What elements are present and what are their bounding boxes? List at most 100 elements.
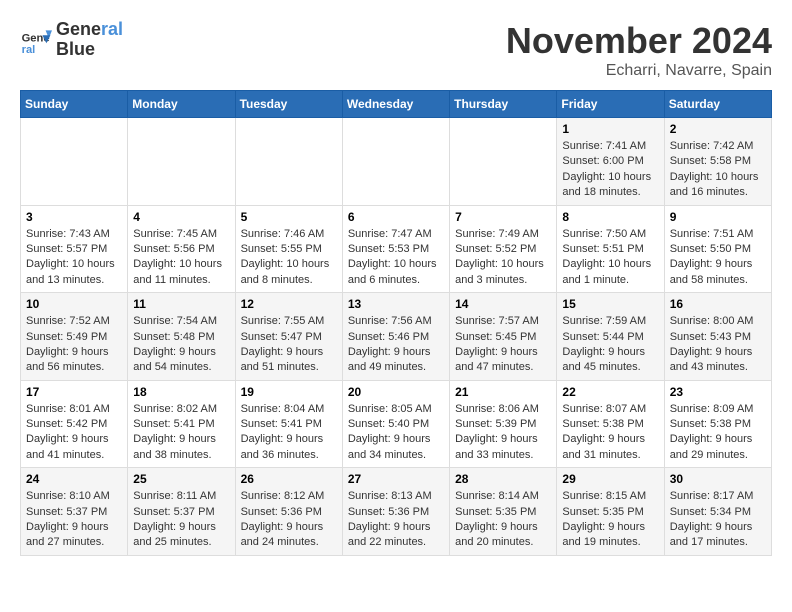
- calendar-day-cell: 11 Sunrise: 7:54 AM Sunset: 5:48 PM Dayli…: [128, 293, 235, 381]
- calendar-day-cell: 7Sunrise: 7:49 AM Sunset: 5:52 PM Daylig…: [450, 205, 557, 293]
- calendar-day-cell: 26Sunrise: 8:12 AM Sunset: 5:36 PM Dayli…: [235, 468, 342, 556]
- calendar-week-row: 24 Sunrise: 8:10 AM Sunset: 5:37 PM Dayli…: [21, 468, 772, 556]
- day-number: 13: [348, 297, 444, 311]
- calendar-day-cell: 27 Sunrise: 8:13 AM Sunset: 5:36 PM Dayli…: [342, 468, 449, 556]
- calendar-day-cell: [450, 118, 557, 206]
- day-number: 4: [133, 210, 229, 224]
- day-number: 7: [455, 210, 551, 224]
- day-info: Sunrise: 7:57 AM Sunset: 5:45 PM Dayligh…: [455, 314, 551, 376]
- day-number: 11: [133, 297, 229, 311]
- day-of-week-header: Monday: [128, 91, 235, 118]
- day-number: 27: [348, 472, 444, 486]
- calendar-day-cell: 16 Sunrise: 8:00 AM Sunset: 5:43 PM Dayli…: [664, 293, 771, 381]
- calendar-day-cell: 18 Sunrise: 8:02 AM Sunset: 5:41 PM Dayli…: [128, 380, 235, 468]
- calendar-day-cell: 15Sunrise: 7:59 AM Sunset: 5:44 PM Dayli…: [557, 293, 664, 381]
- day-info: Sunrise: 8:09 AM Sunset: 5:38 PM Dayligh…: [670, 402, 766, 464]
- day-info: Sunrise: 8:11 AM Sunset: 5:37 PM Dayligh…: [133, 489, 229, 551]
- day-number: 2: [670, 122, 766, 136]
- day-info: Sunrise: 8:02 AM Sunset: 5:41 PM Dayligh…: [133, 402, 229, 464]
- calendar-table: SundayMondayTuesdayWednesdayThursdayFrid…: [20, 90, 772, 556]
- page-header: Gene ral GeneralBlue November 2024 Echar…: [20, 20, 772, 80]
- day-of-week-header: Saturday: [664, 91, 771, 118]
- title-block: November 2024 Echarri, Navarre, Spain: [506, 20, 772, 80]
- calendar-day-cell: [342, 118, 449, 206]
- header-row: SundayMondayTuesdayWednesdayThursdayFrid…: [21, 91, 772, 118]
- logo: Gene ral GeneralBlue: [20, 20, 123, 60]
- calendar-day-cell: 21 Sunrise: 8:06 AM Sunset: 5:39 PM Dayli…: [450, 380, 557, 468]
- calendar-day-cell: 8 Sunrise: 7:50 AM Sunset: 5:51 PM Daylig…: [557, 205, 664, 293]
- day-info: Sunrise: 8:04 AM Sunset: 5:41 PM Dayligh…: [241, 402, 337, 464]
- calendar-day-cell: 1 Sunrise: 7:41 AM Sunset: 6:00 PM Daylig…: [557, 118, 664, 206]
- calendar-day-cell: 2 Sunrise: 7:42 AM Sunset: 5:58 PM Daylig…: [664, 118, 771, 206]
- day-number: 21: [455, 385, 551, 399]
- calendar-week-row: 1 Sunrise: 7:41 AM Sunset: 6:00 PM Daylig…: [21, 118, 772, 206]
- day-info: Sunrise: 8:05 AM Sunset: 5:40 PM Dayligh…: [348, 402, 444, 464]
- day-info: Sunrise: 8:13 AM Sunset: 5:36 PM Dayligh…: [348, 489, 444, 551]
- day-number: 9: [670, 210, 766, 224]
- calendar-day-cell: 9 Sunrise: 7:51 AM Sunset: 5:50 PM Daylig…: [664, 205, 771, 293]
- calendar-day-cell: 13 Sunrise: 7:56 AM Sunset: 5:46 PM Dayli…: [342, 293, 449, 381]
- day-number: 24: [26, 472, 122, 486]
- calendar-day-cell: 14 Sunrise: 7:57 AM Sunset: 5:45 PM Dayli…: [450, 293, 557, 381]
- calendar-day-cell: 17 Sunrise: 8:01 AM Sunset: 5:42 PM Dayli…: [21, 380, 128, 468]
- day-of-week-header: Sunday: [21, 91, 128, 118]
- calendar-day-cell: 6 Sunrise: 7:47 AM Sunset: 5:53 PM Daylig…: [342, 205, 449, 293]
- day-info: Sunrise: 7:55 AM Sunset: 5:47 PM Dayligh…: [241, 314, 337, 376]
- day-number: 19: [241, 385, 337, 399]
- calendar-day-cell: 29Sunrise: 8:15 AM Sunset: 5:35 PM Dayli…: [557, 468, 664, 556]
- day-info: Sunrise: 7:41 AM Sunset: 6:00 PM Dayligh…: [562, 139, 658, 201]
- day-info: Sunrise: 8:15 AM Sunset: 5:35 PM Dayligh…: [562, 489, 658, 551]
- day-of-week-header: Wednesday: [342, 91, 449, 118]
- day-number: 8: [562, 210, 658, 224]
- calendar-week-row: 3Sunrise: 7:43 AM Sunset: 5:57 PM Daylig…: [21, 205, 772, 293]
- day-info: Sunrise: 8:06 AM Sunset: 5:39 PM Dayligh…: [455, 402, 551, 464]
- location: Echarri, Navarre, Spain: [506, 62, 772, 80]
- calendar-header: SundayMondayTuesdayWednesdayThursdayFrid…: [21, 91, 772, 118]
- day-number: 17: [26, 385, 122, 399]
- day-number: 23: [670, 385, 766, 399]
- calendar-day-cell: 25 Sunrise: 8:11 AM Sunset: 5:37 PM Dayli…: [128, 468, 235, 556]
- day-info: Sunrise: 8:07 AM Sunset: 5:38 PM Dayligh…: [562, 402, 658, 464]
- svg-text:ral: ral: [22, 44, 36, 56]
- calendar-day-cell: 5 Sunrise: 7:46 AM Sunset: 5:55 PM Daylig…: [235, 205, 342, 293]
- calendar-week-row: 17 Sunrise: 8:01 AM Sunset: 5:42 PM Dayli…: [21, 380, 772, 468]
- calendar-week-row: 10Sunrise: 7:52 AM Sunset: 5:49 PM Dayli…: [21, 293, 772, 381]
- day-info: Sunrise: 7:54 AM Sunset: 5:48 PM Dayligh…: [133, 314, 229, 376]
- calendar-day-cell: 4Sunrise: 7:45 AM Sunset: 5:56 PM Daylig…: [128, 205, 235, 293]
- calendar-day-cell: 24 Sunrise: 8:10 AM Sunset: 5:37 PM Dayli…: [21, 468, 128, 556]
- day-info: Sunrise: 7:46 AM Sunset: 5:55 PM Dayligh…: [241, 227, 337, 289]
- day-info: Sunrise: 8:01 AM Sunset: 5:42 PM Dayligh…: [26, 402, 122, 464]
- calendar-day-cell: 12 Sunrise: 7:55 AM Sunset: 5:47 PM Dayli…: [235, 293, 342, 381]
- day-number: 16: [670, 297, 766, 311]
- day-of-week-header: Friday: [557, 91, 664, 118]
- day-number: 18: [133, 385, 229, 399]
- calendar-day-cell: [235, 118, 342, 206]
- day-number: 6: [348, 210, 444, 224]
- day-info: Sunrise: 7:42 AM Sunset: 5:58 PM Dayligh…: [670, 139, 766, 201]
- day-info: Sunrise: 8:00 AM Sunset: 5:43 PM Dayligh…: [670, 314, 766, 376]
- day-number: 5: [241, 210, 337, 224]
- day-info: Sunrise: 8:10 AM Sunset: 5:37 PM Dayligh…: [26, 489, 122, 551]
- day-number: 26: [241, 472, 337, 486]
- day-info: Sunrise: 8:14 AM Sunset: 5:35 PM Dayligh…: [455, 489, 551, 551]
- day-number: 22: [562, 385, 658, 399]
- day-info: Sunrise: 7:59 AM Sunset: 5:44 PM Dayligh…: [562, 314, 658, 376]
- calendar-day-cell: 3Sunrise: 7:43 AM Sunset: 5:57 PM Daylig…: [21, 205, 128, 293]
- calendar-day-cell: [21, 118, 128, 206]
- calendar-body: 1 Sunrise: 7:41 AM Sunset: 6:00 PM Daylig…: [21, 118, 772, 556]
- day-number: 25: [133, 472, 229, 486]
- calendar-day-cell: 19 Sunrise: 8:04 AM Sunset: 5:41 PM Dayli…: [235, 380, 342, 468]
- day-number: 14: [455, 297, 551, 311]
- day-info: Sunrise: 7:50 AM Sunset: 5:51 PM Dayligh…: [562, 227, 658, 289]
- calendar-day-cell: 20 Sunrise: 8:05 AM Sunset: 5:40 PM Dayli…: [342, 380, 449, 468]
- day-info: Sunrise: 7:47 AM Sunset: 5:53 PM Dayligh…: [348, 227, 444, 289]
- day-number: 1: [562, 122, 658, 136]
- calendar-day-cell: 22 Sunrise: 8:07 AM Sunset: 5:38 PM Dayli…: [557, 380, 664, 468]
- day-number: 12: [241, 297, 337, 311]
- day-of-week-header: Thursday: [450, 91, 557, 118]
- day-info: Sunrise: 7:56 AM Sunset: 5:46 PM Dayligh…: [348, 314, 444, 376]
- day-info: Sunrise: 7:51 AM Sunset: 5:50 PM Dayligh…: [670, 227, 766, 289]
- day-info: Sunrise: 8:17 AM Sunset: 5:34 PM Dayligh…: [670, 489, 766, 551]
- calendar-day-cell: 10Sunrise: 7:52 AM Sunset: 5:49 PM Dayli…: [21, 293, 128, 381]
- day-number: 20: [348, 385, 444, 399]
